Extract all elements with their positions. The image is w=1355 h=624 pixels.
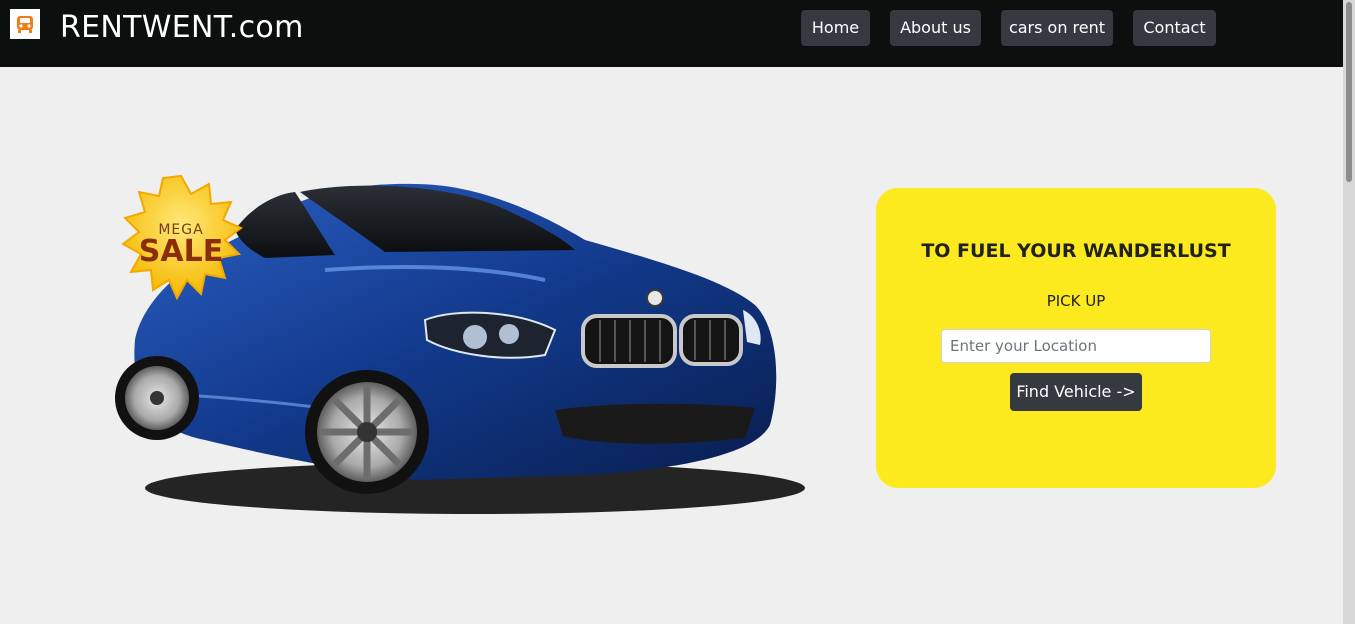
page-scrollbar[interactable] xyxy=(1343,0,1355,624)
location-input[interactable] xyxy=(941,329,1211,363)
car-icon xyxy=(17,16,33,33)
navbar: RENTWENT.com Home About us cars on rent … xyxy=(0,0,1343,67)
nav-contact-button[interactable]: Contact xyxy=(1133,10,1216,46)
nav-home-button[interactable]: Home xyxy=(801,10,870,46)
nav-cars-on-rent-button[interactable]: cars on rent xyxy=(1001,10,1113,46)
brand-title[interactable]: RENTWENT.com xyxy=(60,9,304,47)
mega-sale-badge-main-text: SALE xyxy=(138,234,224,269)
find-vehicle-button[interactable]: Find Vehicle -> xyxy=(1010,373,1142,411)
scrollbar-thumb[interactable] xyxy=(1346,2,1352,182)
booking-card: TO FUEL YOUR WANDERLUST PICK UP Find Veh… xyxy=(876,188,1276,488)
logo[interactable] xyxy=(10,9,40,39)
booking-title: TO FUEL YOUR WANDERLUST xyxy=(921,240,1231,262)
pickup-label: PICK UP xyxy=(1046,292,1106,310)
nav-about-button[interactable]: About us xyxy=(890,10,981,46)
hero-car-image: MEGA SALE xyxy=(115,170,805,530)
car-illustration xyxy=(115,174,805,514)
